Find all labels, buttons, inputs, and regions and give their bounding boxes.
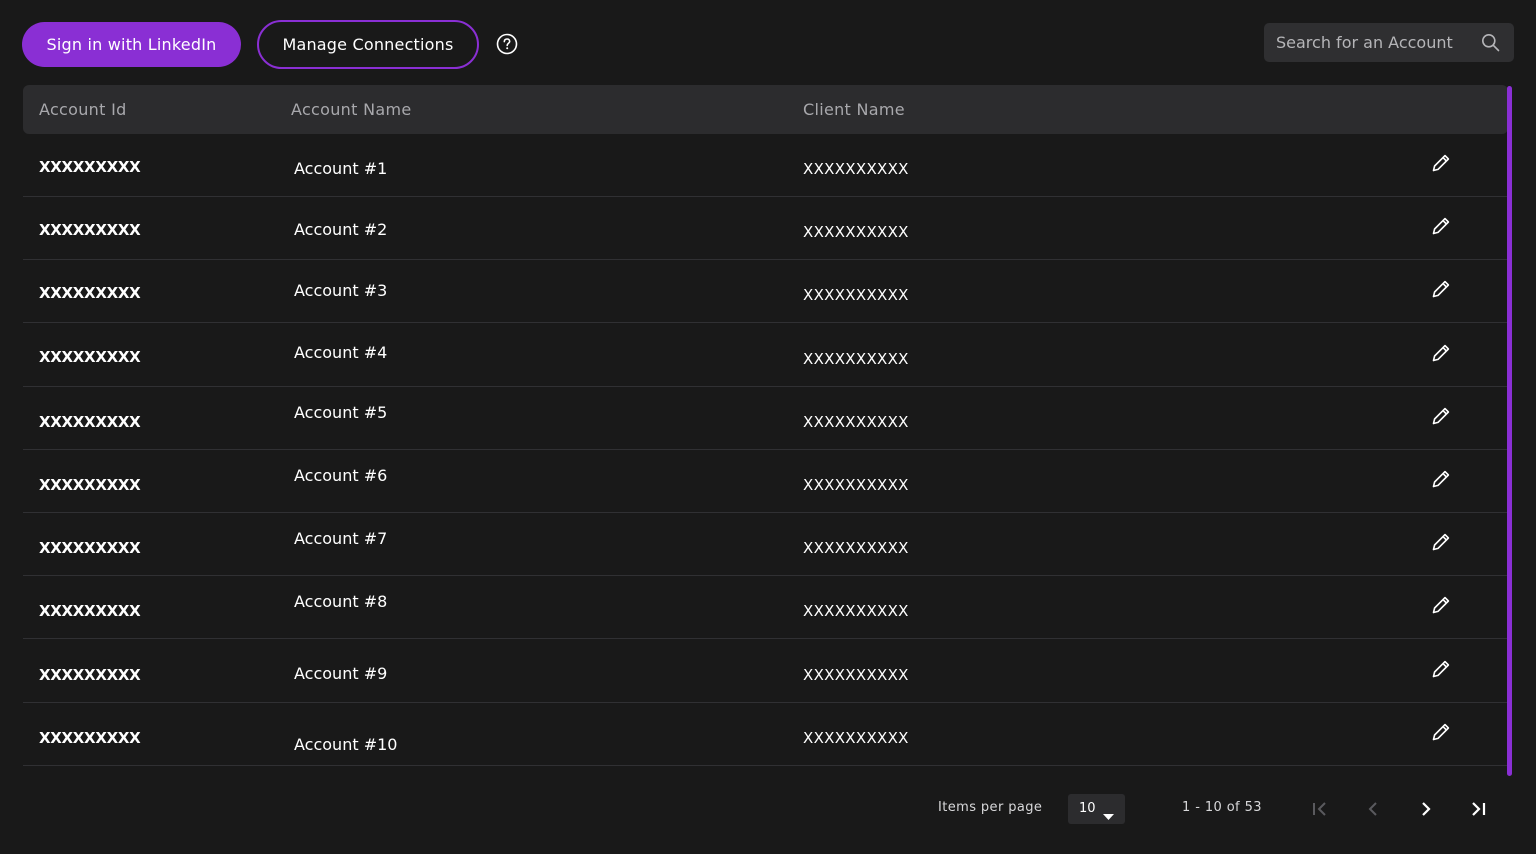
cell-client-name: XXXXXXXXXX	[803, 349, 909, 368]
paginator: Items per page 10 1 - 10 of 53	[0, 780, 1536, 840]
caret-down-icon	[1103, 806, 1114, 820]
cell-account-name: Account #10	[294, 734, 398, 754]
chevron-right-icon	[1413, 796, 1439, 822]
table-row[interactable]: XXXXXXXXX Account #10 XXXXXXXXXX	[23, 703, 1508, 766]
pencil-edit-icon[interactable]	[1430, 468, 1452, 490]
cell-account-id: XXXXXXXXX	[39, 665, 141, 684]
cell-client-name: XXXXXXXXXX	[803, 665, 909, 684]
last-page-icon	[1465, 796, 1491, 822]
pencil-edit-icon[interactable]	[1430, 215, 1452, 237]
cell-account-name: Account #9	[294, 663, 388, 683]
table-row[interactable]: XXXXXXXXX Account #5 XXXXXXXXXX	[23, 387, 1508, 450]
cell-account-name: Account #4	[294, 342, 388, 362]
cell-client-name: XXXXXXXXXX	[803, 223, 909, 242]
page-size-select[interactable]: 10	[1068, 794, 1125, 824]
cell-account-id: XXXXXXXXX	[39, 158, 141, 176]
cell-client-name: XXXXXXXXXX	[803, 412, 909, 431]
pencil-edit-icon[interactable]	[1430, 405, 1452, 427]
cell-account-id: XXXXXXXXX	[39, 476, 141, 494]
cell-account-id: XXXXXXXXX	[39, 221, 141, 240]
cell-account-id: XXXXXXXXX	[39, 412, 141, 431]
pencil-edit-icon[interactable]	[1430, 342, 1452, 364]
search-icon[interactable]	[1481, 33, 1500, 52]
table-header: Account Id Account Name Client Name	[23, 85, 1508, 134]
cell-account-id: XXXXXXXXX	[39, 602, 141, 621]
question-circle-icon[interactable]	[496, 33, 518, 55]
last-page-button[interactable]	[1465, 796, 1491, 822]
column-header-account-id[interactable]: Account Id	[39, 100, 127, 119]
first-page-icon	[1307, 796, 1333, 822]
cell-account-id: XXXXXXXXX	[39, 539, 141, 558]
cell-account-name: Account #2	[294, 220, 388, 240]
cell-account-name: Account #7	[294, 529, 388, 549]
table-scrollbar[interactable]	[1507, 86, 1512, 776]
cell-client-name: XXXXXXXXXX	[803, 476, 909, 494]
column-header-client-name[interactable]: Client Name	[803, 100, 905, 119]
table-row[interactable]: XXXXXXXXX Account #2 XXXXXXXXXX	[23, 197, 1508, 261]
cell-account-name: Account #3	[294, 281, 388, 301]
page-range-label: 1 - 10 of 53	[1182, 800, 1262, 815]
table-row[interactable]: XXXXXXXXX Account #7 XXXXXXXXXX	[23, 513, 1508, 577]
cell-client-name: XXXXXXXXXX	[803, 160, 909, 178]
items-per-page-label: Items per page	[938, 800, 1043, 815]
table-row[interactable]: XXXXXXXXX Account #3 XXXXXXXXXX	[23, 260, 1508, 324]
cell-client-name: XXXXXXXXXX	[803, 539, 909, 558]
table-row[interactable]: XXXXXXXXX Account #8 XXXXXXXXXX	[23, 576, 1508, 640]
cell-account-id: XXXXXXXXX	[39, 347, 141, 366]
cell-client-name: XXXXXXXXXX	[803, 728, 909, 747]
cell-account-id: XXXXXXXXX	[39, 284, 141, 303]
cell-account-id: XXXXXXXXX	[39, 728, 141, 747]
pencil-edit-icon[interactable]	[1430, 278, 1452, 300]
first-page-button[interactable]	[1307, 796, 1333, 822]
next-page-button[interactable]	[1413, 796, 1439, 822]
table-row[interactable]: XXXXXXXXX Account #9 XXXXXXXXXX	[23, 640, 1508, 703]
table-row[interactable]: XXXXXXXXX Account #1 XXXXXXXXXX	[23, 134, 1508, 197]
chevron-left-icon	[1360, 796, 1386, 822]
previous-page-button[interactable]	[1360, 796, 1386, 822]
pencil-edit-icon[interactable]	[1430, 594, 1452, 616]
search-box	[1264, 23, 1514, 62]
pencil-edit-icon[interactable]	[1430, 658, 1452, 680]
cell-client-name: XXXXXXXXXX	[803, 602, 909, 621]
cell-account-name: Account #6	[294, 466, 388, 485]
sign-in-linkedin-button[interactable]: Sign in with LinkedIn	[22, 22, 241, 67]
cell-account-name: Account #8	[294, 592, 388, 612]
column-header-account-name[interactable]: Account Name	[291, 100, 412, 119]
search-input[interactable]	[1264, 23, 1474, 62]
page-size-value: 10	[1079, 801, 1096, 816]
pencil-edit-icon[interactable]	[1430, 531, 1452, 553]
table-row[interactable]: XXXXXXXXX Account #4 XXXXXXXXXX	[23, 324, 1508, 387]
pencil-edit-icon[interactable]	[1430, 721, 1452, 743]
manage-connections-button[interactable]: Manage Connections	[257, 20, 479, 69]
cell-account-name: Account #1	[294, 159, 388, 178]
table-row[interactable]: XXXXXXXXX Account #6 XXXXXXXXXX	[23, 450, 1508, 513]
pencil-edit-icon[interactable]	[1430, 152, 1452, 174]
cell-client-name: XXXXXXXXXX	[803, 286, 909, 305]
toolbar: Sign in with LinkedIn Manage Connections	[0, 0, 1536, 84]
cell-account-name: Account #5	[294, 402, 388, 422]
